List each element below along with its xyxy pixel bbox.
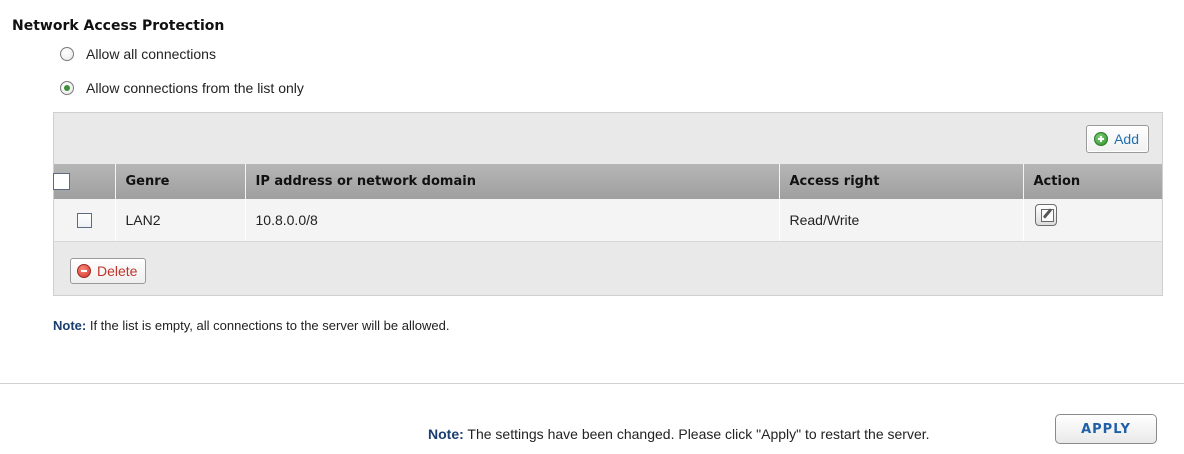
settings-changed-text: The settings have been changed. Please c… [467, 426, 930, 442]
cell-ip: 10.8.0.0/8 [245, 199, 780, 242]
plus-circle-icon [1094, 132, 1109, 146]
section-title: Network Access Protection [12, 18, 225, 34]
header-select-all-cell [53, 164, 116, 199]
cell-action [1023, 199, 1162, 242]
row-checkbox[interactable] [76, 213, 92, 229]
access-list-grid: Add Genre IP address or network domain A… [53, 112, 1163, 296]
note-label: Note: [428, 426, 464, 442]
add-button-label: Add [1114, 131, 1139, 147]
column-header-access-right[interactable]: Access right [779, 164, 1024, 199]
settings-changed-note: Note: The settings have been changed. Pl… [428, 426, 930, 442]
select-all-checkbox[interactable] [53, 173, 70, 190]
edit-icon[interactable] [1034, 204, 1057, 227]
network-access-panel: Network Access Protection Allow all conn… [0, 0, 1184, 384]
apply-button[interactable]: APPLY [1055, 414, 1157, 444]
column-header-action: Action [1023, 164, 1162, 199]
delete-button-label: Delete [97, 263, 138, 279]
radio-allow-list-button[interactable] [60, 81, 74, 95]
column-header-ip[interactable]: IP address or network domain [245, 164, 780, 199]
note-label: Note: [53, 318, 87, 333]
radio-allow-all-button[interactable] [60, 47, 74, 61]
cell-access-right: Read/Write [779, 199, 1024, 242]
add-button[interactable]: Add [1086, 125, 1149, 153]
minus-circle-icon [77, 264, 91, 278]
empty-list-note-text: If the list is empty, all connections to… [89, 318, 450, 333]
access-list-table: Genre IP address or network domain Acces… [53, 164, 1162, 242]
table-row: LAN2 10.8.0.0/8 Read/Write [54, 199, 1162, 242]
column-header-genre[interactable]: Genre [115, 164, 246, 199]
radio-allow-list[interactable]: Allow connections from the list only [60, 80, 304, 96]
delete-button[interactable]: Delete [70, 258, 147, 284]
row-select-cell [54, 199, 116, 242]
table-header-row: Genre IP address or network domain Acces… [53, 164, 1162, 199]
empty-list-note: Note: If the list is empty, all connecti… [53, 318, 449, 333]
cell-genre: LAN2 [115, 199, 246, 242]
radio-allow-all[interactable]: Allow all connections [60, 46, 216, 62]
radio-allow-list-label: Allow connections from the list only [86, 80, 304, 96]
radio-allow-all-label: Allow all connections [86, 46, 216, 62]
page: Network Access Protection Allow all conn… [0, 0, 1184, 454]
